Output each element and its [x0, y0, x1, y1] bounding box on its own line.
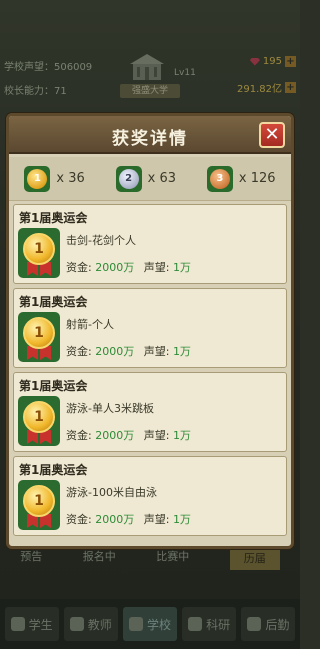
- medal-count: x 36: [56, 171, 85, 186]
- medal-count: x 126: [238, 171, 276, 186]
- funds-label: 资金:: [66, 429, 92, 442]
- reputation-label: 声望:: [143, 513, 170, 526]
- reputation-label: 声望:: [143, 429, 170, 442]
- reputation-value: 1万: [172, 261, 191, 274]
- medal-rank: 1: [23, 401, 55, 433]
- bronze-medal-icon: 3: [206, 165, 233, 192]
- award-card: 第1届奥运会 1 游泳-单人3米跳板 资金: 2000万 声望: 1万: [13, 372, 287, 452]
- medal-rank: 3: [209, 168, 230, 189]
- funds-label: 资金:: [66, 261, 92, 274]
- dialog-header: 获奖详情 ✕: [9, 116, 291, 154]
- award-title: 第1届奥运会: [19, 295, 88, 309]
- gold-medal-count: 1 x 36: [24, 165, 85, 192]
- award-title: 第1届奥运会: [19, 379, 88, 393]
- funds-value: 2000万: [95, 513, 135, 526]
- award-event: 游泳-单人3米跳板: [66, 402, 154, 415]
- gold-medal-icon: 1: [18, 312, 60, 362]
- award-reward: 资金: 2000万 声望: 1万: [66, 427, 191, 443]
- medal-rank: 1: [27, 168, 48, 189]
- medal-rank: 1: [23, 485, 55, 517]
- funds-label: 资金:: [66, 345, 92, 358]
- award-reward: 资金: 2000万 声望: 1万: [66, 259, 191, 275]
- dialog-title: 获奖详情: [112, 129, 188, 149]
- reputation-label: 声望:: [143, 345, 170, 358]
- funds-value: 2000万: [95, 429, 135, 442]
- reputation-value: 1万: [172, 429, 191, 442]
- award-title: 第1届奥运会: [19, 211, 88, 225]
- reputation-label: 声望:: [143, 261, 170, 274]
- award-event: 射箭-个人: [66, 318, 114, 331]
- medal-count: x 63: [147, 171, 177, 186]
- medal-rank: 2: [118, 168, 139, 189]
- award-event: 游泳-100米自由泳: [66, 486, 157, 499]
- medal-rank: 1: [23, 233, 55, 265]
- award-list[interactable]: 第1届奥运会 1 击剑-花剑个人 资金: 2000万 声望: 1万 第1届奥运会…: [13, 204, 287, 546]
- gold-medal-icon: 1: [18, 228, 60, 278]
- award-card: 第1届奥运会 1 击剑-花剑个人 资金: 2000万 声望: 1万: [13, 204, 287, 284]
- funds-label: 资金:: [66, 513, 92, 526]
- funds-value: 2000万: [95, 345, 135, 358]
- award-details-dialog: 获奖详情 ✕ 1 x 36 2 x 63 3 x 126 第1届奥运会 1 击剑…: [6, 113, 294, 549]
- award-reward: 资金: 2000万 声望: 1万: [66, 511, 191, 527]
- medal-summary: 1 x 36 2 x 63 3 x 126: [9, 157, 291, 201]
- silver-medal-count: 2 x 63: [115, 165, 177, 192]
- silver-medal-icon: 2: [115, 165, 142, 192]
- medal-rank: 1: [23, 317, 55, 349]
- funds-value: 2000万: [95, 261, 135, 274]
- gold-medal-icon: 1: [24, 165, 51, 192]
- award-event: 击剑-花剑个人: [66, 234, 136, 247]
- bronze-medal-count: 3 x 126: [206, 165, 276, 192]
- close-button[interactable]: ✕: [259, 122, 285, 148]
- award-reward: 资金: 2000万 声望: 1万: [66, 343, 191, 359]
- gold-medal-icon: 1: [18, 480, 60, 530]
- award-title: 第1届奥运会: [19, 463, 88, 477]
- award-card: 第1届奥运会 1 射箭-个人 资金: 2000万 声望: 1万: [13, 288, 287, 368]
- reputation-value: 1万: [172, 513, 191, 526]
- gold-medal-icon: 1: [18, 396, 60, 446]
- award-card: 第1届奥运会 1 游泳-100米自由泳 资金: 2000万 声望: 1万: [13, 456, 287, 536]
- reputation-value: 1万: [172, 345, 191, 358]
